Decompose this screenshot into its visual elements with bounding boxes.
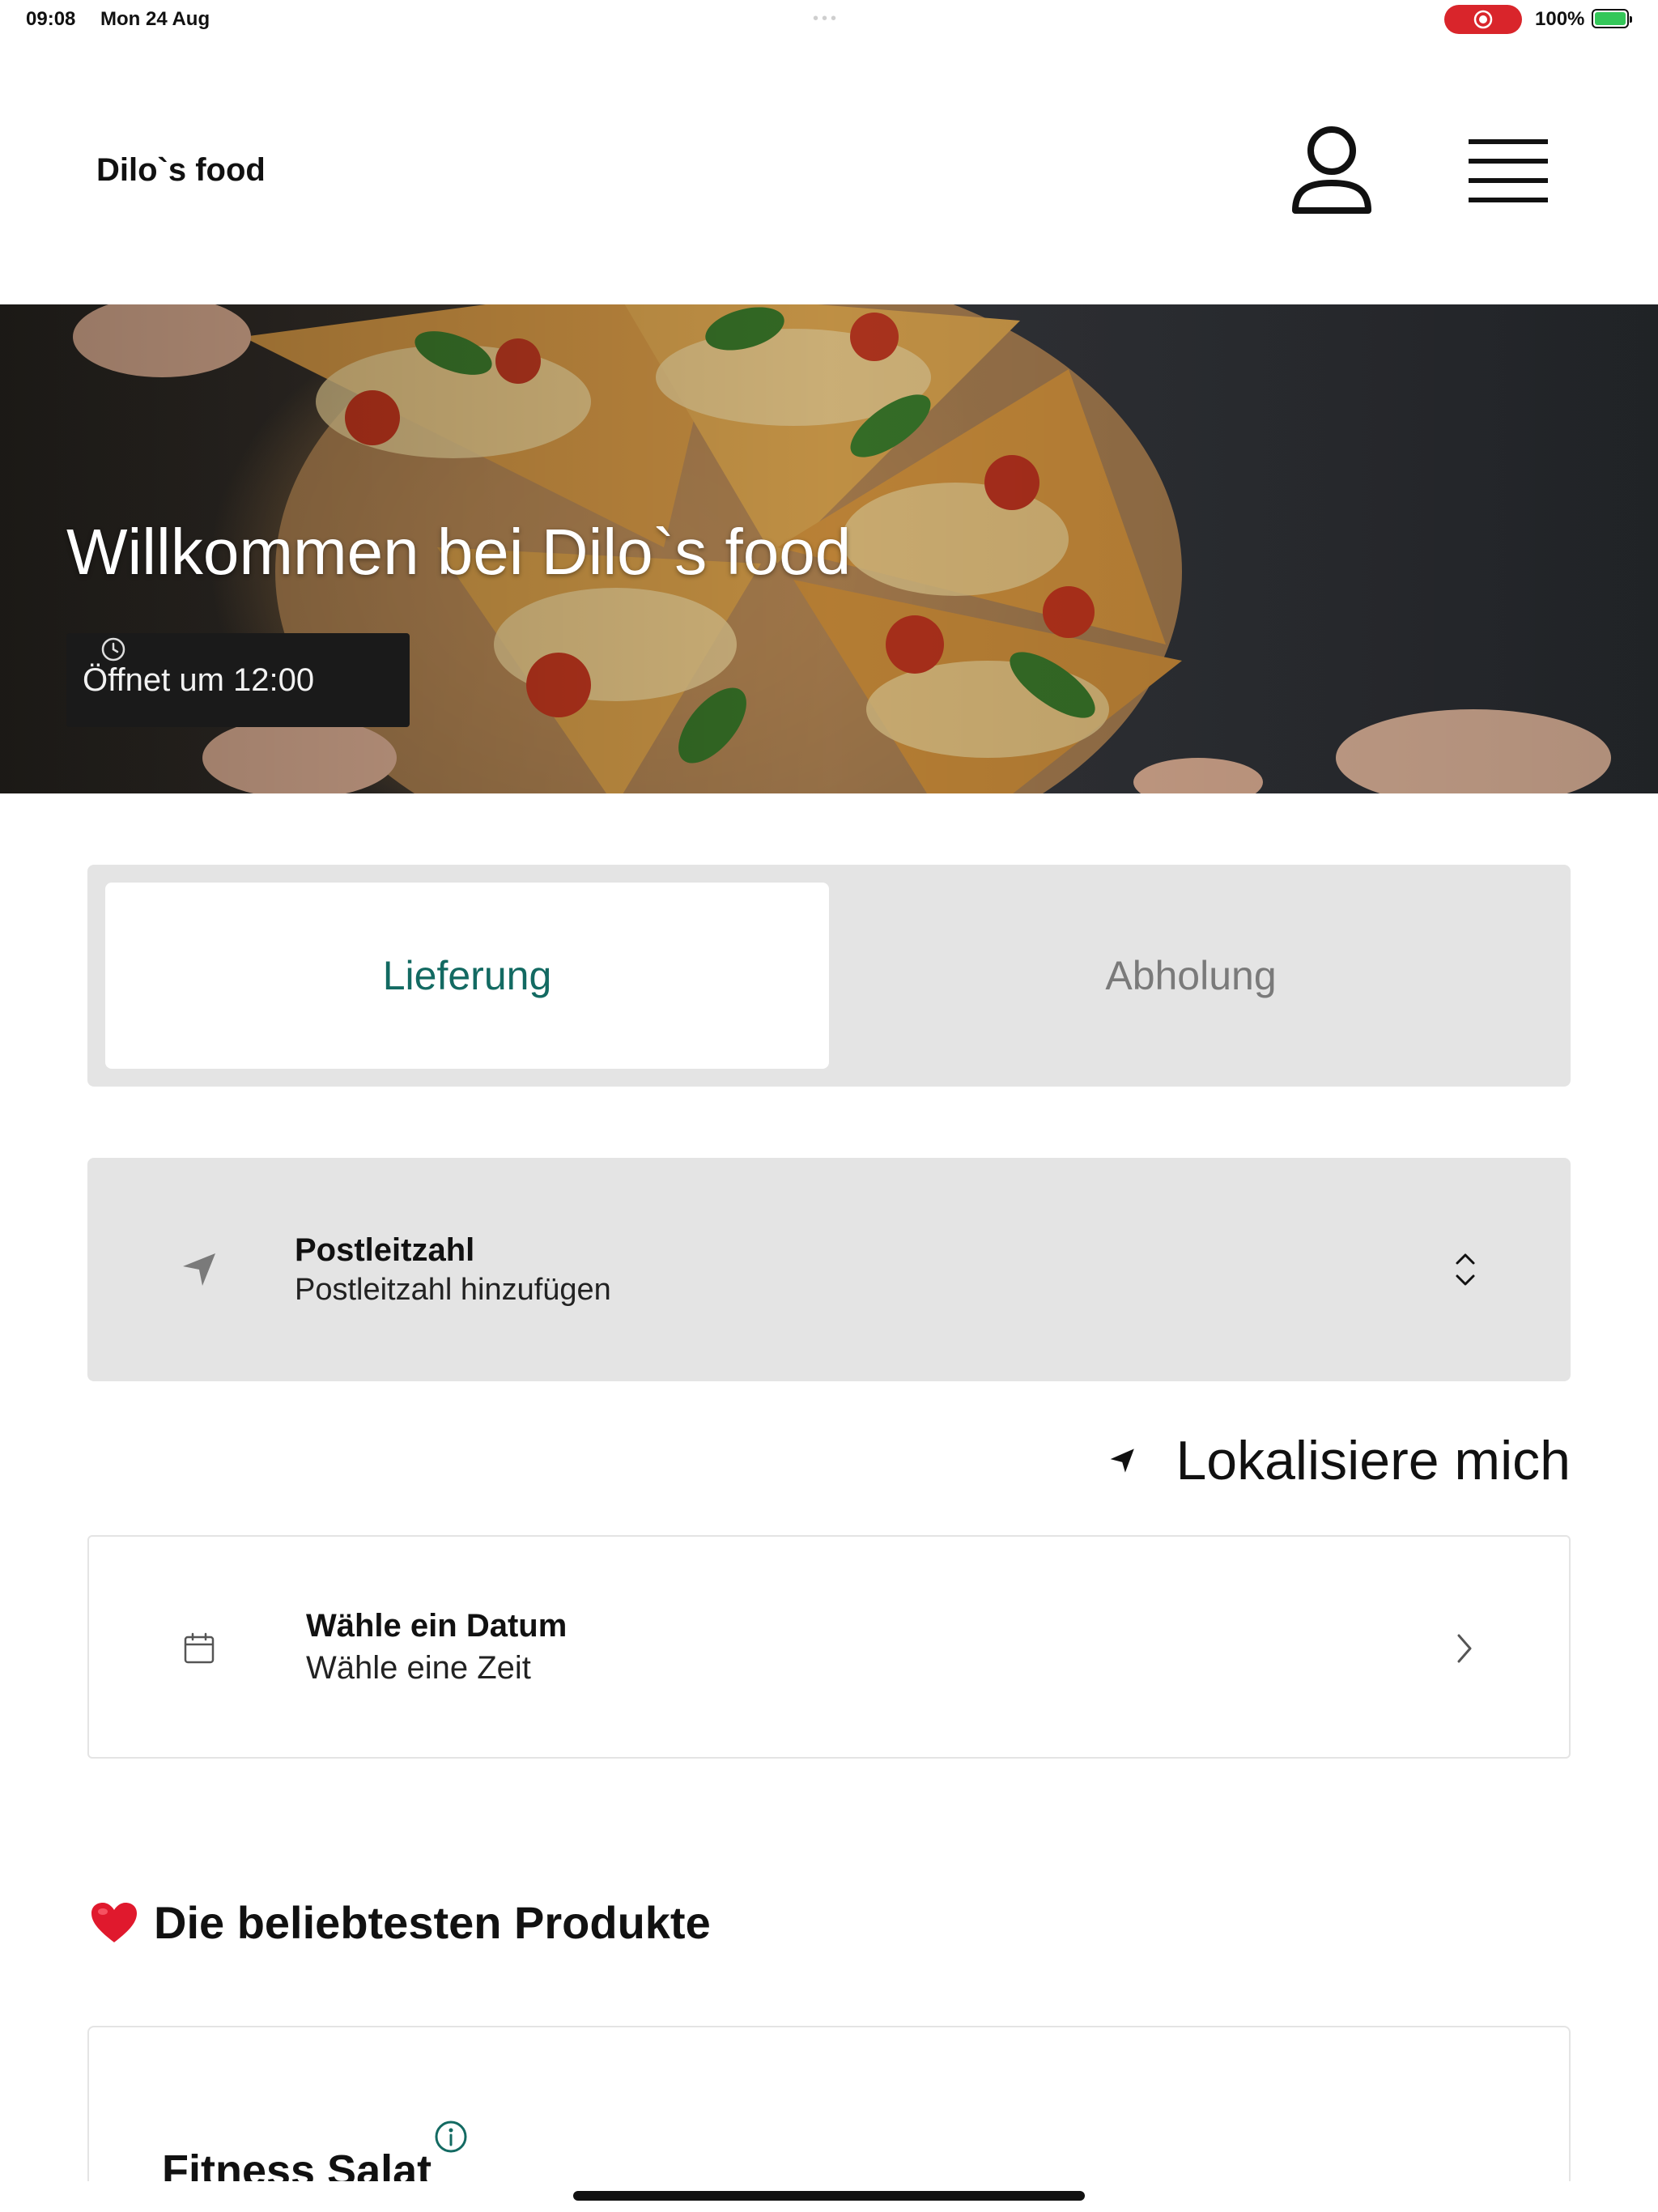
person-icon	[1292, 126, 1371, 214]
chevron-up-down-icon	[1456, 1253, 1475, 1286]
date-label: Wähle ein Datum	[306, 1608, 568, 1644]
locate-me-button[interactable]: Lokalisiere mich	[1107, 1428, 1571, 1493]
order-type-segmented-control: Lieferung Abholung	[87, 865, 1571, 1087]
profile-button[interactable]	[1287, 120, 1376, 220]
app-header: Dilo`s food	[0, 39, 1658, 304]
status-date: Mon 24 Aug	[100, 8, 210, 30]
battery-percent: 100%	[1535, 8, 1585, 30]
navigation-arrow-icon	[183, 1253, 215, 1286]
popular-products-heading: Die beliebtesten Produkte	[89, 1896, 711, 1949]
status-bar: 09:08 Mon 24 Aug ••• 100%	[0, 0, 1658, 39]
status-time: 09:08	[26, 8, 76, 30]
chevron-right-icon	[1457, 1634, 1472, 1663]
tab-abholung[interactable]: Abholung	[829, 883, 1553, 1069]
locate-me-label: Lokalisiere mich	[1175, 1430, 1571, 1491]
tab-lieferung[interactable]: Lieferung	[105, 883, 829, 1069]
brand-logo-text[interactable]: Dilo`s food	[96, 152, 266, 189]
hero-banner: Willkommen bei Dilo`s food Öffnet um 12:…	[0, 304, 1658, 793]
zip-code-label: Postleitzahl	[295, 1232, 475, 1268]
hamburger-menu-icon	[1469, 139, 1548, 202]
date-time-select[interactable]: Wähle ein Datum Wähle eine Zeit	[87, 1535, 1571, 1759]
clock-icon	[101, 637, 125, 661]
battery-icon	[1592, 9, 1632, 28]
heart-icon	[91, 1902, 137, 1942]
calendar-icon	[184, 1632, 215, 1664]
location-arrow-icon	[1110, 1448, 1134, 1473]
time-value: Wähle eine Zeit	[306, 1650, 531, 1686]
hero-title: Willkommen bei Dilo`s food	[66, 516, 852, 588]
menu-button[interactable]	[1464, 134, 1553, 207]
info-icon[interactable]	[434, 2120, 468, 2154]
home-indicator[interactable]	[573, 2191, 1085, 2201]
opening-hours-badge: Öffnet um 12:00	[66, 633, 410, 727]
zip-code-select[interactable]: Postleitzahl Postleitzahl hinzufügen	[87, 1158, 1571, 1381]
popular-products-title: Die beliebtesten Produkte	[154, 1897, 711, 1948]
record-icon	[1473, 10, 1493, 29]
opening-hours-text: Öffnet um 12:00	[83, 661, 315, 698]
screen-recording-indicator[interactable]	[1444, 5, 1522, 34]
multitasking-dots-icon[interactable]: •••	[813, 10, 840, 28]
zip-code-placeholder: Postleitzahl hinzufügen	[295, 1273, 611, 1307]
